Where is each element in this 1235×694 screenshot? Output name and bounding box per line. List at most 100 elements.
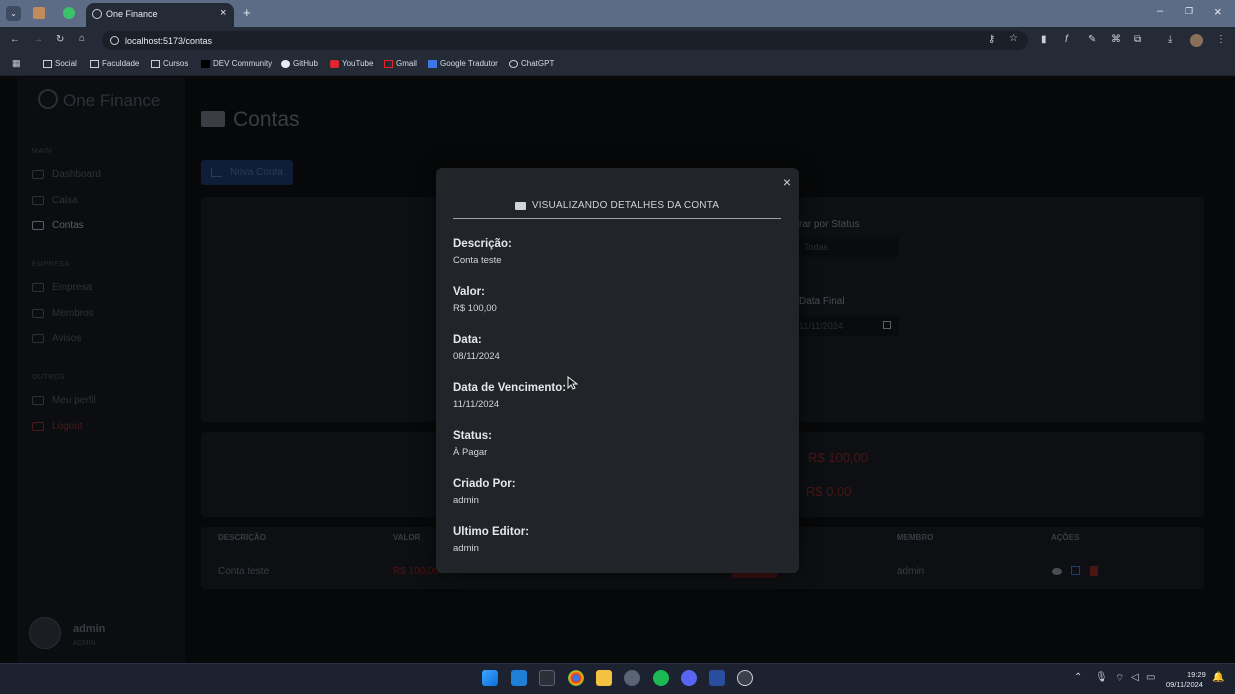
sidebar-item-membros[interactable]: Membros — [32, 308, 94, 319]
clock-time[interactable]: 19:29 — [1187, 670, 1206, 679]
user-name: admin — [73, 623, 106, 635]
sidebar-item-meu-perfil[interactable]: Meu perfil — [32, 395, 96, 406]
password-key-icon[interactable]: ⚷ — [988, 34, 995, 45]
delete-trash-icon[interactable] — [1090, 566, 1098, 576]
sidebar-item-logout[interactable]: Logout — [32, 421, 83, 432]
field-value-data: 08/11/2024 — [453, 351, 500, 362]
edit-icon[interactable] — [1071, 566, 1080, 575]
dev-logo-icon — [201, 59, 210, 68]
url-text[interactable]: localhost:5173/contas — [125, 36, 212, 46]
chrome-icon[interactable] — [568, 670, 584, 686]
bookmark-google-tradutor[interactable]: Google Tradutor — [428, 59, 498, 68]
modal-close-icon[interactable]: × — [783, 174, 791, 190]
sidebar-item-avisos[interactable]: Avisos — [32, 333, 81, 344]
modal-title: VISUALIZANDO DETALHES DA CONTA — [531, 200, 720, 211]
field-value-valor: R$ 100,00 — [453, 303, 497, 314]
site-info-icon[interactable] — [110, 36, 119, 45]
back-icon[interactable]: ← — [10, 34, 20, 45]
date-final-input[interactable]: 11/11/2024 — [799, 316, 899, 336]
extension-4-icon[interactable]: ⌘ — [1111, 34, 1121, 45]
bookmark-faculdade[interactable]: Faculdade — [90, 59, 139, 68]
tab-close-icon[interactable]: × — [220, 7, 226, 19]
minimize-icon[interactable]: – — [1157, 5, 1163, 17]
clock-date[interactable]: 09/11/2024 — [1166, 680, 1203, 689]
dashboard-icon — [32, 170, 44, 179]
microphone-icon[interactable]: 🎙 — [1095, 672, 1108, 683]
cash-icon — [32, 196, 44, 205]
folder-icon — [151, 59, 160, 68]
sidebar-item-caixa[interactable]: Caixa — [32, 195, 78, 206]
extensions-puzzle-icon[interactable]: ⧉ — [1134, 34, 1141, 45]
tab-list-dropdown-icon[interactable]: ⌄ — [6, 6, 21, 21]
wifi-icon[interactable]: ⌔ — [1115, 672, 1124, 685]
tab-favicon-icon — [92, 9, 102, 19]
field-value-descricao: Conta teste — [453, 255, 502, 266]
notification-bell-icon[interactable]: 🔔 — [1212, 672, 1224, 683]
status-filter-value: Todas — [804, 242, 829, 252]
users-icon — [32, 309, 44, 318]
forward-icon[interactable]: → — [33, 34, 43, 45]
maximize-icon[interactable]: ❐ — [1185, 6, 1193, 17]
settings-gear-icon[interactable] — [624, 670, 640, 686]
bookmark-label: Google Tradutor — [440, 59, 498, 68]
app-w-icon[interactable] — [709, 670, 725, 686]
avatar[interactable] — [29, 617, 61, 649]
file-explorer-icon[interactable] — [596, 670, 612, 686]
bookmark-gmail[interactable]: Gmail — [384, 59, 417, 68]
field-label-valor: Valor: — [453, 286, 485, 298]
address-bar[interactable]: localhost:5173/contas ⚷ ☆ — [102, 31, 1028, 50]
windows-start-icon[interactable] — [482, 670, 498, 686]
tray-chevron-up-icon[interactable]: ⌃ — [1074, 672, 1082, 683]
vscode-icon[interactable] — [511, 670, 527, 686]
windows-taskbar — [0, 663, 1235, 694]
extension-3-icon[interactable]: ✎ — [1088, 34, 1096, 45]
menu-kebab-icon[interactable]: ⋮ — [1216, 34, 1226, 45]
table-header-descricao: DESCRIÇÃO — [218, 533, 267, 542]
calendar-icon[interactable] — [883, 321, 891, 329]
sidebar-item-label: Contas — [52, 220, 84, 231]
status-filter-select[interactable]: Todas — [799, 237, 899, 257]
view-eye-icon[interactable] — [1052, 568, 1062, 575]
close-window-icon[interactable]: × — [1214, 4, 1222, 19]
extension-1-icon[interactable]: ▮ — [1041, 34, 1047, 45]
tab-one-finance[interactable]: One Finance × — [86, 3, 234, 27]
sidebar: One Finance MAIN Dashboard Caixa Contas … — [17, 77, 185, 663]
sidebar-item-empresa[interactable]: Empresa — [32, 282, 92, 293]
status-filter-label: rar por Status — [799, 219, 860, 230]
apps-grid-icon[interactable]: ▦ — [12, 58, 21, 69]
app-circle-icon[interactable] — [737, 670, 753, 686]
new-account-button[interactable]: Nova Conta — [201, 160, 293, 185]
volume-icon[interactable]: ◁ — [1131, 672, 1139, 683]
field-label-data: Data: — [453, 334, 482, 346]
sidebar-item-label: Membros — [52, 308, 94, 319]
download-icon[interactable]: ⤓ — [1168, 34, 1172, 45]
extension-2-icon[interactable]: f — [1065, 34, 1068, 45]
new-tab-icon[interactable]: + — [243, 5, 251, 20]
bookmark-chatgpt[interactable]: ChatGPT — [509, 59, 554, 68]
pinned-tab-1[interactable] — [33, 7, 45, 19]
discord-icon[interactable] — [681, 670, 697, 686]
sidebar-item-dashboard[interactable]: Dashboard — [32, 169, 101, 180]
bookmark-dev-community[interactable]: DEV Community — [201, 59, 272, 68]
sidebar-section-outros: OUTROS — [32, 374, 65, 381]
sidebar-item-contas[interactable]: Contas — [32, 220, 84, 231]
profile-avatar-icon[interactable] — [1190, 34, 1203, 47]
bookmark-label: DEV Community — [213, 59, 273, 68]
bookmark-youtube[interactable]: YouTube — [330, 59, 373, 68]
bookmark-label: YouTube — [342, 59, 374, 68]
mouse-cursor-icon — [567, 376, 578, 390]
bookmark-star-icon[interactable]: ☆ — [1009, 33, 1018, 44]
reload-icon[interactable]: ↻ — [56, 34, 64, 45]
home-icon[interactable]: ⌂ — [79, 33, 85, 44]
youtube-icon — [330, 59, 339, 68]
bookmark-github[interactable]: GitHub — [281, 59, 318, 68]
pinned-tab-2[interactable] — [63, 7, 75, 19]
chatgpt-icon — [509, 59, 518, 68]
bookmark-cursos[interactable]: Cursos — [151, 59, 188, 68]
gmail-icon — [384, 59, 393, 68]
battery-icon[interactable]: ▭ — [1146, 672, 1155, 683]
sidebar-item-label: Empresa — [52, 282, 93, 293]
spotify-icon[interactable] — [653, 670, 669, 686]
bookmark-social[interactable]: Social — [43, 59, 77, 68]
terminal-icon[interactable] — [539, 670, 555, 686]
